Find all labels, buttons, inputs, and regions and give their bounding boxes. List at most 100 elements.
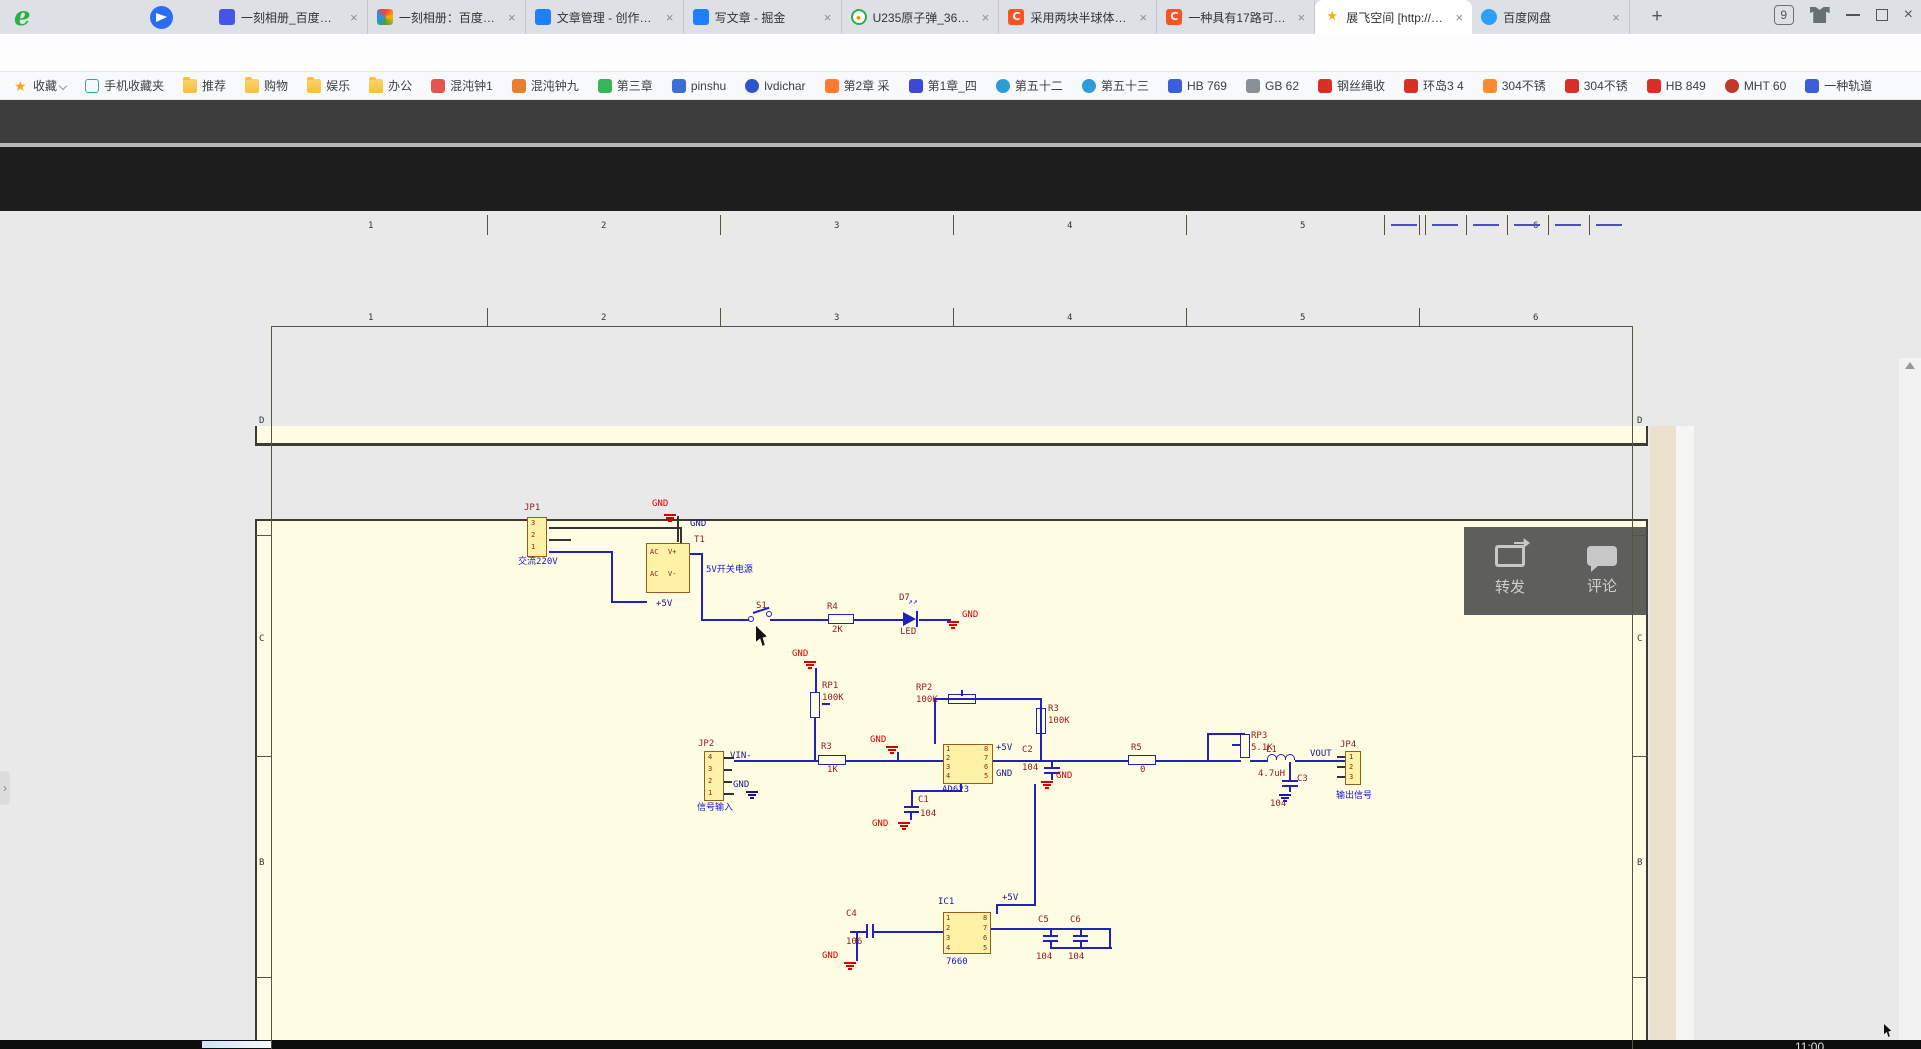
wire-segment [677,516,679,542]
wire-segment [1043,935,1058,937]
minimize-button[interactable] [1845,14,1860,16]
bookmark-item[interactable]: MHT 60 [1724,78,1786,93]
wire-segment [916,611,918,627]
browser-tab[interactable]: 文章管理 - 创作者中 × [526,0,684,34]
tab-close-icon[interactable]: × [978,10,992,25]
bookmark-item[interactable]: 钢丝绳收 [1318,77,1385,94]
schematic-sheet[interactable] [255,519,1648,1049]
schematic-label: 104 [1036,952,1053,962]
tab-close-icon[interactable]: × [505,10,519,25]
schematic-label: 信号输入 [697,803,734,813]
bookmark-item[interactable]: 混沌钟1 [431,77,493,94]
folder-icon [245,76,260,93]
bookmark-label: 钢丝绳收 [1337,79,1386,93]
bookmark-label: 混沌钟1 [450,79,493,93]
schematic-label: C6 [1070,915,1081,925]
browser-tab[interactable]: C 采用两块半球体U23 × [999,0,1158,34]
bookmark-item[interactable]: 第1章_四 [908,77,977,94]
inner-border [271,326,272,1049]
component-box[interactable] [527,517,547,557]
browser-tab[interactable]: C 一种具有17路可调P × [1157,0,1316,34]
bookmark-item[interactable]: pinshu [671,78,727,93]
browser-tab[interactable]: ★ 展飞空间 [http://316 × [1315,0,1473,34]
comment-button[interactable]: 评论 [1556,527,1648,615]
browser-tab[interactable]: • U235原子弹_360搜 × [842,0,1000,34]
folder-icon [183,76,198,93]
wire-segment [611,551,613,603]
tab-close-icon[interactable]: × [347,10,361,25]
tab-title: U235原子弹_360搜 [872,10,975,25]
component-box[interactable] [704,751,724,801]
tab-favicon [219,9,235,25]
tab-count-button[interactable]: 9 [1773,5,1794,25]
column-number: 4 [1067,221,1073,231]
browser-logo-icon[interactable]: e [14,4,40,30]
bookmark-item[interactable]: 推荐 [183,76,226,94]
tab-close-icon[interactable]: × [663,10,677,25]
bookmark-item[interactable]: 手机收藏夹 [85,77,164,94]
bookmark-item[interactable]: 第五十二 [995,77,1063,94]
bookmark-item[interactable]: 第2章 采 [824,77,890,94]
column-separator [720,215,721,235]
bookmark-item[interactable]: GB 62 [1245,78,1299,93]
bookmark-item[interactable]: HB 769 [1167,78,1227,93]
schematic-label: 3 [531,519,536,527]
bookmark-item[interactable]: 一种轨道 [1805,77,1872,94]
site-icon [597,78,612,93]
site-icon [995,78,1010,93]
bookmark-label: HB 849 [1665,78,1706,93]
tab-close-icon[interactable]: × [1452,10,1466,25]
scroll-up-arrow[interactable] [1905,362,1915,369]
column-separator [1419,308,1420,326]
site-icon [1482,78,1497,93]
paper-plane-icon[interactable] [150,6,173,29]
share-button[interactable]: 转发 [1464,527,1556,615]
zone-tick [256,756,271,757]
browser-tab[interactable]: 写文章 - 掘金 × [684,0,842,34]
tab-favicon [692,9,709,25]
schematic-label: JP4 [1340,740,1357,750]
maximize-button[interactable] [1875,9,1888,21]
ground-symbol [666,517,674,519]
tab-favicon: • [850,9,867,25]
browser-tab[interactable]: 百度网盘 × [1472,0,1631,34]
ground-symbol [1279,794,1291,796]
schematic-label: RP2 [916,683,933,693]
resistor-body [1240,734,1250,758]
sidebar-handle[interactable]: › [0,771,10,805]
bookmark-item[interactable]: ★ 收藏 [14,77,68,94]
browser-tab[interactable]: 一刻相册_百度搜索 × [210,0,368,34]
new-tab-button[interactable]: + [1645,5,1669,29]
wire-segment [872,924,874,938]
schematic-label: R3 [1048,704,1059,714]
resistor-body [810,692,820,718]
folder-icon [307,76,322,93]
bookmark-item[interactable]: 第三章 [597,77,653,94]
bookmark-item[interactable]: 购物 [245,76,288,94]
bookmark-item[interactable]: 环岛3 4 [1404,77,1464,94]
tab-close-icon[interactable]: × [821,10,835,25]
bookmark-item[interactable]: HB 849 [1646,78,1706,93]
schematic-label: GND [962,610,979,620]
site-icon [1564,78,1579,93]
bookmark-item[interactable]: 娱乐 [307,76,350,94]
tab-close-icon[interactable]: × [1136,10,1150,25]
schematic-label: 1 [708,789,713,797]
resistor-body [948,694,976,704]
bookmark-label: 办公 [388,79,413,93]
scrollbar[interactable] [1899,358,1921,1049]
tab-close-icon[interactable]: × [1609,10,1623,25]
row-letter: C [259,634,265,644]
browser-tab[interactable]: 一刻相册：百度网盘 × [368,0,526,34]
bookmark-label: pinshu [690,78,727,93]
close-window-button[interactable]: × [1904,7,1913,23]
bookmark-item[interactable]: 办公 [369,76,413,94]
tab-close-icon[interactable]: × [1294,10,1308,25]
bookmark-item[interactable]: 第五十三 [1081,77,1149,94]
bookmark-item[interactable]: 混沌钟九 [511,77,579,94]
column-separator [720,308,721,326]
bookmark-item[interactable]: lvdichar [745,78,806,93]
bookmark-item[interactable]: 304不锈 [1482,77,1546,94]
bookmark-item[interactable]: 304不锈 [1564,77,1628,94]
skin-icon[interactable] [1809,7,1830,23]
